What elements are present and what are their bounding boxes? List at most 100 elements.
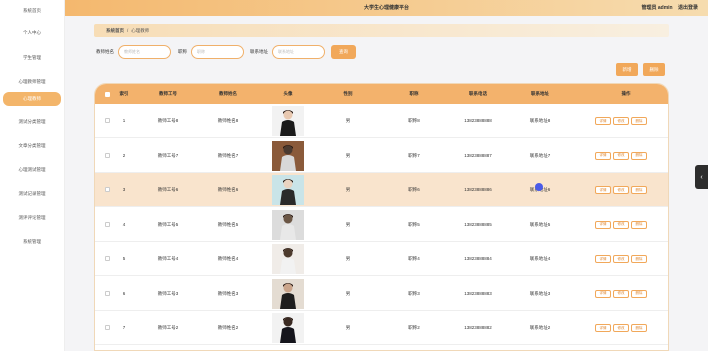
- row-actions: 详情 修改 删除: [595, 324, 655, 333]
- teacher-table: 索引 教师工号 教师姓名 头像 性别 职称 联系电话 联系地址 操作 1 教师工号…: [94, 83, 669, 351]
- table-row: 4 教师工号5 教师姓名5 男 职称5 13823888885 联系地址5 详情 修改 删除: [95, 207, 668, 242]
- logout-link[interactable]: 退出登录: [678, 5, 698, 11]
- row-checkbox[interactable]: [105, 118, 110, 123]
- cell-teacher-no: 教师工号8: [157, 118, 179, 123]
- title-label: 职称: [178, 49, 187, 54]
- cell-gender: 男: [345, 152, 351, 158]
- sidebar-item-system[interactable]: 系统管理: [3, 235, 61, 249]
- edit-button[interactable]: 修改: [613, 186, 629, 194]
- sidebar-item-teacher-manage[interactable]: 心理教师管理: [3, 75, 61, 89]
- delete-button[interactable]: 删除: [643, 63, 665, 76]
- cell-teacher-no: 教师工号5: [157, 221, 179, 227]
- sidebar-item-profile[interactable]: 个人中心: [3, 26, 61, 40]
- cell-phone: 13823888882: [464, 325, 492, 330]
- cell-address: 联系地址4: [529, 256, 551, 261]
- edit-button[interactable]: 修改: [613, 289, 629, 298]
- contact-input[interactable]: 联系地址: [272, 45, 325, 59]
- detail-button[interactable]: 详情: [595, 117, 611, 125]
- teacher-avatar: [272, 278, 304, 309]
- teacher-avatar: [272, 313, 304, 343]
- breadcrumb-home[interactable]: 系统首页: [106, 28, 124, 34]
- row-delete-button[interactable]: 删除: [631, 289, 647, 298]
- row-checkbox[interactable]: [105, 325, 110, 330]
- table-row: 1 教师工号8 教师姓名8 男 职称8 13823888888 联系地址8 详情 修改 删除: [95, 104, 668, 138]
- sidebar-item-home[interactable]: 系统首页: [3, 4, 61, 18]
- select-all-checkbox[interactable]: [105, 92, 110, 97]
- detail-button[interactable]: 详情: [595, 151, 611, 160]
- contact-label: 联系地址: [250, 49, 268, 54]
- row-actions: 详情 修改 删除: [595, 186, 655, 195]
- cell-gender: 男: [345, 325, 351, 330]
- cell-name: 教师姓名2: [217, 325, 239, 330]
- sidebar-item-test-categories[interactable]: 测试分类管理: [3, 115, 61, 129]
- breadcrumb-current: 心理教师: [131, 27, 150, 33]
- row-delete-button[interactable]: 删除: [631, 151, 647, 160]
- table-row: 6 教师工号3 教师姓名3 男 职称3 13823888883 联系地址3 详情 修改 删除: [95, 276, 668, 311]
- teacher-name-input[interactable]: 教师姓名: [118, 45, 171, 59]
- header-name: 教师姓名: [219, 91, 237, 96]
- row-checkbox[interactable]: [105, 152, 110, 158]
- table-row: 5 教师工号4 教师姓名4 男 职称4 13823888884 联系地址4 详情 修改 删除: [95, 242, 668, 276]
- table-row: 2 教师工号7 教师姓名7 男 职称7 13823888887 联系地址7 详情 修改 删除: [95, 138, 668, 173]
- edit-button[interactable]: 修改: [613, 255, 629, 263]
- cell-name: 教师姓名5: [217, 221, 239, 227]
- header-actions: 操作: [621, 91, 631, 96]
- edit-button[interactable]: 修改: [613, 151, 629, 160]
- row-delete-button[interactable]: 删除: [631, 255, 647, 263]
- row-actions: 详情 修改 删除: [595, 289, 655, 299]
- cell-name: 教师姓名6: [217, 187, 239, 192]
- cell-name: 教师姓名7: [217, 152, 239, 158]
- sidebar-item-tests[interactable]: 心理测试管理: [3, 163, 61, 177]
- detail-button[interactable]: 详情: [595, 220, 611, 229]
- cell-gender: 男: [345, 256, 351, 261]
- table-row: 3教师工号6教师姓名6男职称613823888886联系地址6详情修改删除: [95, 173, 668, 207]
- cell-title: 职称4: [408, 256, 420, 261]
- detail-button[interactable]: 详情: [595, 324, 611, 332]
- cell-teacher-no: 教师工号6: [157, 187, 179, 192]
- cell-index: 6: [122, 290, 126, 296]
- add-button[interactable]: 新增: [616, 63, 638, 76]
- sidebar-item-article-categories[interactable]: 文章分类管理: [3, 139, 61, 153]
- cell-phone: 13823888886: [464, 187, 492, 192]
- chevron-left-icon[interactable]: ‹: [695, 165, 708, 189]
- cell-index: 2: [122, 152, 126, 158]
- row-delete-button[interactable]: 删除: [631, 220, 647, 229]
- cell-title: 职称8: [408, 118, 420, 123]
- row-delete-button[interactable]: 删除: [631, 117, 647, 125]
- cell-index: 3: [122, 187, 126, 192]
- cell-address: 联系地址3: [529, 290, 551, 296]
- cell-title: 职称7: [408, 152, 420, 158]
- query-button[interactable]: 查询: [331, 45, 356, 59]
- cell-index: 1: [122, 118, 126, 123]
- search-contact: 联系地址 联系地址: [250, 45, 325, 59]
- row-delete-button[interactable]: 删除: [631, 324, 647, 332]
- detail-button[interactable]: 详情: [595, 289, 611, 298]
- breadcrumb-separator: /: [127, 28, 129, 33]
- edit-button[interactable]: 修改: [613, 117, 629, 125]
- sidebar-item-records[interactable]: 测试记录管理: [3, 187, 61, 201]
- cell-index: 5: [122, 256, 126, 261]
- edit-button[interactable]: 修改: [613, 220, 629, 229]
- header-title: 职称: [409, 91, 419, 96]
- row-checkbox[interactable]: [105, 221, 110, 227]
- cell-teacher-no: 教师工号2: [157, 325, 179, 330]
- sidebar-item-teachers[interactable]: 心理教师: [3, 92, 61, 106]
- sidebar-item-comments[interactable]: 测评评论管理: [3, 211, 61, 225]
- row-delete-button[interactable]: 删除: [631, 186, 647, 194]
- row-actions: 详情 修改 删除: [595, 255, 655, 264]
- search-title: 职称 职称: [178, 45, 244, 59]
- cell-address: 联系地址5: [529, 221, 551, 227]
- sidebar-item-students[interactable]: 学生管理: [3, 51, 61, 65]
- row-checkbox[interactable]: [105, 290, 110, 296]
- detail-button[interactable]: 详情: [595, 255, 611, 263]
- detail-button[interactable]: 详情: [595, 186, 611, 194]
- cell-gender: 男: [345, 187, 351, 192]
- row-checkbox[interactable]: [105, 187, 110, 192]
- row-checkbox[interactable]: [105, 256, 110, 261]
- edit-button[interactable]: 修改: [613, 324, 629, 332]
- title-input[interactable]: 职称: [191, 45, 244, 59]
- row-actions: 详情 修改 删除: [595, 220, 655, 230]
- cell-address: 联系地址7: [529, 152, 551, 158]
- search-teacher-name: 教师姓名 教师姓名: [96, 45, 171, 59]
- header-address: 联系地址: [531, 91, 549, 96]
